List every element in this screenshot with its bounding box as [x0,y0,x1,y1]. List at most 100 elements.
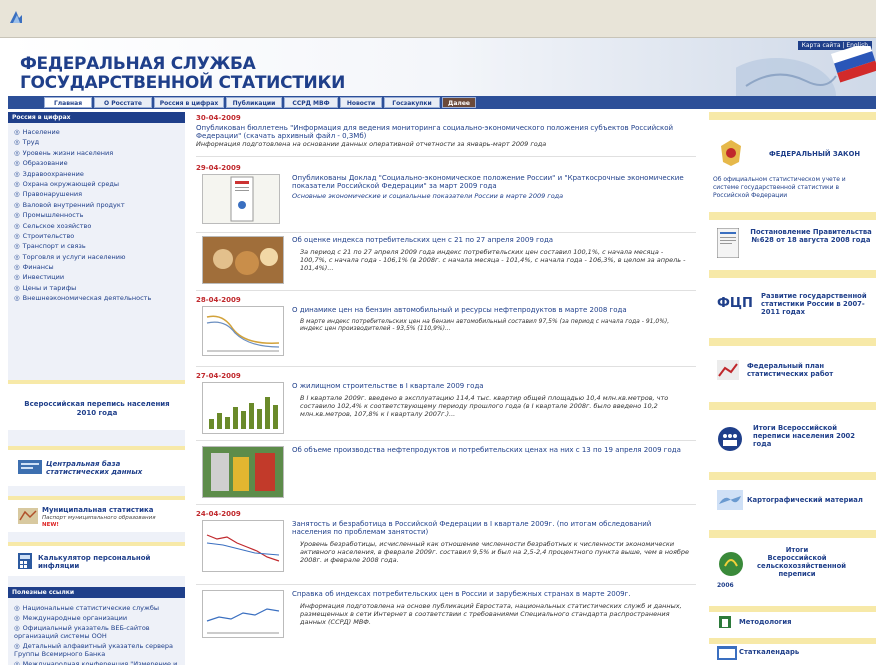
menu-item[interactable]: ◎ Промышленность [14,210,179,220]
menu-item[interactable]: ◎ Инвестиции [14,272,179,282]
menu-item-label: Строительство [22,231,75,240]
main-nav: Главная О Росстате Россия в цифрах Публи… [8,96,876,109]
news-title[interactable]: Опубликован бюллетень "Информация для ве… [196,124,686,140]
news-text[interactable]: Основные экономические и социальные пока… [292,192,692,200]
document-icon [230,176,254,222]
menu-item[interactable]: ◎ Охрана окружающей среды [14,179,179,189]
methodology-box[interactable]: Методология [709,606,876,634]
menu-item[interactable]: ◎ Транспорт и связь [14,241,179,251]
tab-russia-numbers[interactable]: Россия в цифрах [154,97,224,108]
bullet-icon: ◎ [14,200,20,209]
menu-item[interactable]: ◎ Валовой внутренний продукт [14,200,179,210]
menu-item[interactable]: ◎ Уровень жизни населения [14,148,179,158]
bullet-icon: ◎ [14,273,20,282]
news-title[interactable]: Занятость и безработица в Российской Фед… [292,520,692,536]
unemployment-chart-thumb[interactable] [202,520,284,572]
app-icon [10,11,22,23]
decree-box[interactable]: Постановление Правительства №628 от 18 а… [709,212,876,262]
menu-item-label: Финансы [22,263,54,272]
federal-law-box[interactable]: ФЕДЕРАЛЬНЫЙ ЗАКОН Об официальном статист… [709,112,876,204]
menu-item-label: Транспорт и связь [22,242,86,251]
link-item[interactable]: ◎ Официальный указатель ВЕБ-сайтов органи… [14,624,179,640]
link-item[interactable]: ◎ Международные организации [14,614,179,622]
menu-item[interactable]: ◎ Население [14,127,179,137]
menu-item[interactable]: ◎ Финансы [14,262,179,272]
news-date: 28-04-2009 [196,296,241,304]
menu-item[interactable]: ◎ Труд [14,137,179,147]
fuel-price-chart-thumb[interactable] [202,306,284,356]
bullet-icon: ◎ [14,231,20,240]
menu-item[interactable]: ◎ Здравоохранение [14,169,179,179]
menu-item-label: Здравоохранение [22,169,84,178]
tab-main[interactable]: Главная [44,97,92,108]
bullet-icon: ◎ [14,642,20,650]
links-title: Полезные ссылки [8,587,185,598]
tab-sdds[interactable]: ССРД МВФ [284,97,338,108]
divider [196,232,696,233]
news-text: В марте индекс потребительских цен на бе… [300,318,670,332]
divider [196,290,696,291]
menu-item[interactable]: ◎ Правонарушения [14,189,179,199]
census-icon [718,427,742,451]
menu-item-label: Промышленность [22,211,84,220]
link-label: Официальный указатель ВЕБ-сайтов организ… [14,624,150,640]
census-2002-box[interactable]: Итоги Всероссийской переписи населения 2… [709,402,876,464]
divider [196,584,696,585]
menu-item[interactable]: ◎ Цены и тарифы [14,283,179,293]
news-title[interactable]: О жилищном строительстве в I квартале 20… [292,382,692,390]
agro-census-box[interactable]: 2006 Итоги Всероссийской сельскохозяйств… [709,530,876,598]
tab-procurement[interactable]: Госзакупки [384,97,440,108]
fcp-logo: ФЦП [717,296,753,311]
useful-links: ◎ Национальные статистические службы ◎ Межд… [8,600,185,665]
news-item: Справка об индексах потребительских цен … [292,590,692,626]
menu-item-label: Уровень жизни населения [22,148,114,157]
report-cover-image[interactable] [202,174,280,224]
news-title[interactable]: Справка об индексах потребительских цен … [292,590,692,598]
housing-chart-thumb[interactable] [202,382,284,434]
divider [196,366,696,367]
menu-item[interactable]: ◎ Внешнеэкономическая деятельность [14,293,179,303]
menu-item[interactable]: ◎ Образование [14,158,179,168]
tab-publications[interactable]: Публикации [226,97,282,108]
fcp-box[interactable]: ФЦП Развитие государственной статистики … [709,270,876,330]
fuel-station-photo[interactable] [202,446,284,498]
bullet-icon: ◎ [14,221,20,230]
inflation-calculator-box[interactable]: Калькулятор персональной инфляции [8,542,185,576]
news-text: Информация подготовлена на основании дан… [196,140,547,148]
agro-census-logo [719,552,743,576]
link-item[interactable]: ◎ Национальные статистические службы [14,604,179,612]
menu-item[interactable]: ◎ Строительство [14,231,179,241]
menu-item[interactable]: ◎ Сельское хозяйство [14,221,179,231]
link-label: Национальные статистические службы [22,604,159,612]
bullet-icon: ◎ [14,252,20,261]
right-sidebar: ФЕДЕРАЛЬНЫЙ ЗАКОН Об официальном статист… [709,112,876,665]
site-header: ФЕДЕРАЛЬНАЯ СЛУЖБА ГОСУДАРСТВЕННОЙ СТАТИ… [8,38,876,96]
page: ФЕДЕРАЛЬНАЯ СЛУЖБА ГОСУДАРСТВЕННОЙ СТАТИ… [0,38,876,665]
news-item: Об объеме производства нефтепродуктов и … [292,446,692,454]
bullet-icon: ◎ [14,148,20,157]
menu-item-label: Внешнеэкономическая деятельность [22,294,152,303]
link-item[interactable]: ◎ Детальный алфавитный указатель сервера … [14,642,179,658]
divider [196,440,696,441]
tab-about[interactable]: О Росстате [94,97,152,108]
link-label: Детальный алфавитный указатель сервера Г… [14,642,174,658]
shop-photo[interactable] [202,236,284,284]
news-title[interactable]: Об оценке индекса потребительских цен с … [292,236,692,244]
census-2010-box[interactable]: Всероссийская перепись населения 2010 го… [8,380,185,430]
news-title[interactable]: О динамике цен на бензин автомобильный и… [292,306,692,314]
menu-item[interactable]: ◎ Торговля и услуги населению [14,252,179,262]
tab-more[interactable]: Далее [442,97,476,108]
menu-item-label: Торговля и услуги населению [22,252,126,261]
cpi-chart-thumb[interactable] [202,590,284,638]
news-title[interactable]: Опубликованы Доклад "Социально-экономиче… [292,174,692,190]
bullet-icon: ◎ [14,263,20,272]
news-title[interactable]: Об объеме производства нефтепродуктов и … [292,446,692,454]
cartography-box[interactable]: Картографический материал [709,472,876,522]
link-item[interactable]: ◎ Международная конференция "Измерение и … [14,660,179,665]
municipal-stats-box[interactable]: Муниципальная статистика Паспорт муницип… [8,496,185,532]
central-db-box[interactable]: Центральная база статистических данных [8,446,185,486]
site-title[interactable]: ФЕДЕРАЛЬНАЯ СЛУЖБА ГОСУДАРСТВЕННОЙ СТАТИ… [20,55,345,93]
tab-news[interactable]: Новости [340,97,382,108]
federal-plan-box[interactable]: Федеральный план статистических работ [709,338,876,394]
stat-calendar-box[interactable]: Статкалендарь [709,638,876,664]
